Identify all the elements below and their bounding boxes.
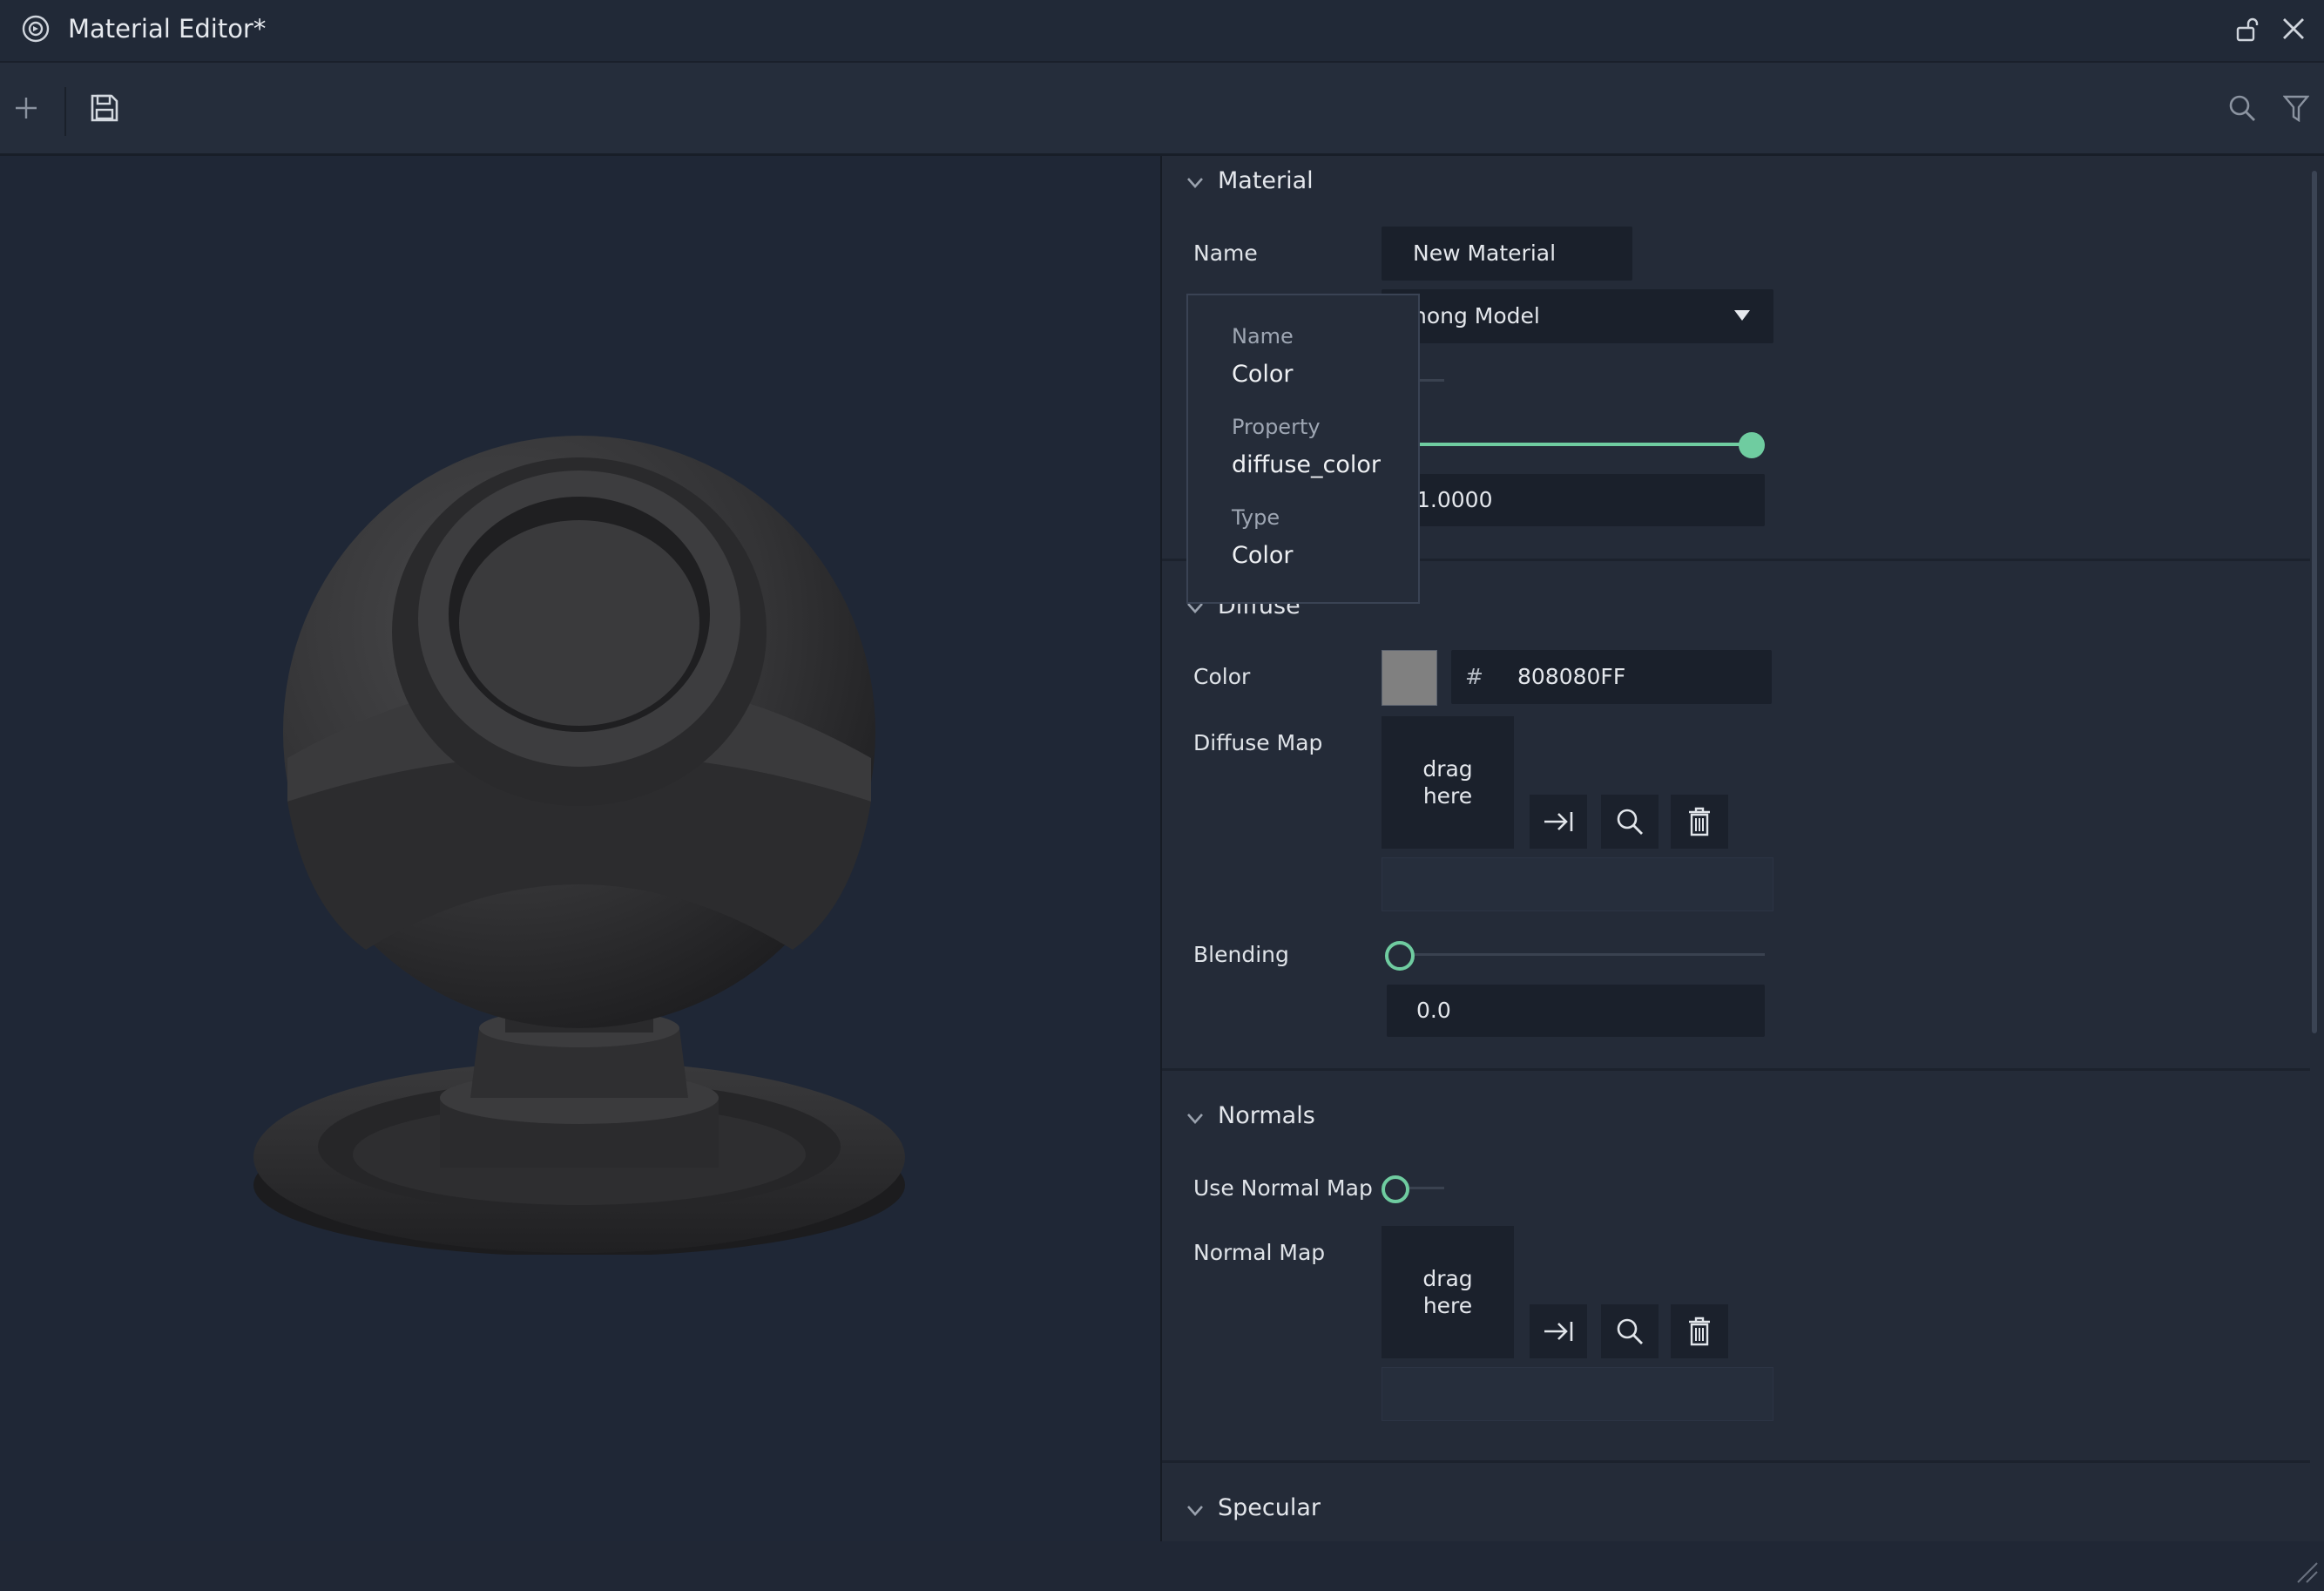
search-icon bbox=[1617, 1318, 1643, 1344]
use-normal-map-label: Use Normal Map bbox=[1193, 1175, 1373, 1201]
normal-map-label: Normal Map bbox=[1193, 1240, 1326, 1265]
diffuse-map-assign-button[interactable] bbox=[1530, 795, 1587, 849]
unlock-icon[interactable] bbox=[2233, 16, 2261, 44]
material-section-title[interactable]: Material bbox=[1218, 167, 1314, 194]
name-input-value: New Material bbox=[1413, 240, 1557, 266]
chevron-down-icon[interactable] bbox=[1185, 1500, 1206, 1521]
caret-down-icon bbox=[1732, 305, 1753, 326]
add-button[interactable] bbox=[10, 92, 42, 124]
hash-label: # bbox=[1465, 664, 1483, 689]
blending-input-value: 0.0 bbox=[1416, 998, 1451, 1023]
title-bar bbox=[0, 0, 2324, 63]
specular-section-title[interactable]: Specular bbox=[1218, 1494, 1321, 1521]
section-separator bbox=[1162, 1068, 2312, 1071]
search-icon bbox=[1617, 809, 1643, 835]
save-button[interactable] bbox=[87, 91, 122, 125]
chevron-down-icon[interactable] bbox=[1185, 173, 1206, 193]
window-title: Material Editor* bbox=[68, 14, 267, 44]
tooltip-property-value: diffuse_color bbox=[1232, 451, 1382, 478]
diffuse-map-clear-button[interactable] bbox=[1671, 795, 1728, 849]
drop-zone-text-line1: drag bbox=[1422, 1266, 1473, 1291]
color-swatch[interactable] bbox=[1382, 650, 1437, 706]
trash-icon bbox=[1689, 1317, 1710, 1346]
filter-button[interactable] bbox=[2280, 92, 2312, 124]
close-icon[interactable] bbox=[2279, 14, 2308, 44]
plus-icon bbox=[16, 98, 37, 118]
opacity-slider-handle[interactable] bbox=[1739, 432, 1765, 458]
name-label: Name bbox=[1193, 240, 1258, 266]
arrow-to-line-icon bbox=[1544, 1322, 1573, 1341]
use-normal-map-toggle[interactable] bbox=[1382, 1175, 1409, 1203]
status-bar bbox=[0, 1541, 2324, 1591]
opacity-input-value: 1.0000 bbox=[1416, 487, 1493, 512]
diffuse-map-drop-zone[interactable]: drag here bbox=[1382, 716, 1514, 849]
diffuse-map-path-field[interactable] bbox=[1382, 857, 1773, 911]
tooltip-type-value: Color bbox=[1232, 542, 1294, 569]
section-separator bbox=[1162, 1460, 2312, 1463]
app-logo-icon bbox=[21, 14, 51, 44]
save-icon bbox=[91, 94, 118, 122]
color-label: Color bbox=[1193, 664, 1251, 689]
blending-slider-track[interactable] bbox=[1404, 953, 1765, 956]
search-icon bbox=[2229, 95, 2255, 121]
blending-slider-handle[interactable] bbox=[1385, 941, 1415, 971]
normal-map-browse-button[interactable] bbox=[1601, 1304, 1659, 1358]
color-hex-value: 808080FF bbox=[1517, 664, 1626, 689]
shader-dropdown-value: hong Model bbox=[1413, 303, 1540, 328]
search-button[interactable] bbox=[2226, 92, 2258, 124]
normal-map-drop-zone[interactable]: drag here bbox=[1382, 1226, 1514, 1358]
property-tooltip bbox=[1186, 294, 1420, 604]
diffuse-map-label: Diffuse Map bbox=[1193, 730, 1323, 755]
diffuse-map-browse-button[interactable] bbox=[1601, 795, 1659, 849]
drop-zone-text-line2: here bbox=[1422, 783, 1473, 809]
tooltip-name-key: Name bbox=[1232, 324, 1294, 349]
toolbar-separator bbox=[64, 87, 66, 136]
drop-zone-text-line2: here bbox=[1422, 1293, 1473, 1318]
tooltip-type-key: Type bbox=[1232, 505, 1280, 530]
normals-section-title[interactable]: Normals bbox=[1218, 1102, 1315, 1129]
trash-icon bbox=[1689, 807, 1710, 836]
scrollbar-thumb[interactable] bbox=[2312, 171, 2317, 1033]
blending-label: Blending bbox=[1193, 942, 1289, 967]
resize-grip-icon[interactable] bbox=[2291, 1556, 2321, 1586]
tooltip-name-value: Color bbox=[1232, 361, 1294, 388]
filter-icon bbox=[2283, 95, 2309, 122]
toolbar bbox=[0, 63, 2324, 156]
normal-map-assign-button[interactable] bbox=[1530, 1304, 1587, 1358]
tooltip-property-key: Property bbox=[1232, 415, 1321, 439]
opacity-slider-track[interactable] bbox=[1394, 443, 1751, 446]
chevron-down-icon[interactable] bbox=[1185, 1108, 1206, 1129]
normal-map-clear-button[interactable] bbox=[1671, 1304, 1728, 1358]
normal-map-path-field[interactable] bbox=[1382, 1367, 1773, 1421]
arrow-to-line-icon bbox=[1544, 812, 1573, 831]
material-preview-sphere bbox=[253, 436, 905, 1255]
drop-zone-text-line1: drag bbox=[1422, 756, 1473, 782]
